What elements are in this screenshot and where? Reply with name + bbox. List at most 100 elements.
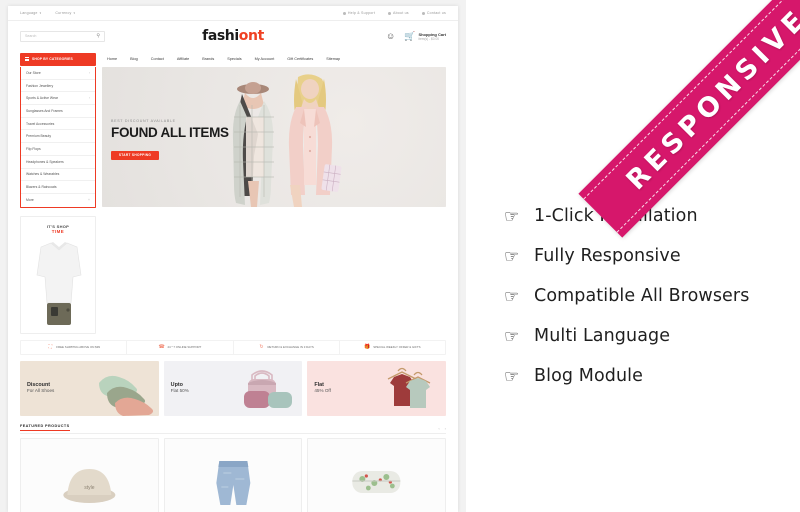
currency-selector[interactable]: Currency ▾ (55, 11, 75, 15)
screenshot-root: Language ▾ Currency ▾ Help & Support Abo… (0, 0, 800, 512)
pointing-hand-icon: ☞ (504, 286, 520, 306)
topbar-right-group: Help & Support About us Contact us (342, 11, 446, 15)
nav-item-contact[interactable]: Contact (151, 57, 164, 61)
category-item[interactable]: Fashion Jewellery (21, 80, 95, 93)
category-label: Sunglasses And Frames (26, 108, 63, 113)
language-label: Language (20, 11, 38, 15)
category-item[interactable]: More + (21, 194, 95, 207)
category-label: Our Store (26, 70, 41, 75)
side-banner-text: IT'S SHOP TIME (21, 224, 95, 235)
hamburger-icon (25, 57, 29, 61)
category-item[interactable]: Watches & Wearables (21, 169, 95, 182)
service-item: ↻ RETURN & EXCHANGE IN 3 DAYS (234, 340, 340, 354)
category-label: Headphones & Speakers (26, 159, 64, 164)
language-selector[interactable]: Language ▾ (20, 11, 41, 15)
nav-item-affiliate[interactable]: Affiliate (177, 57, 189, 61)
pointing-hand-icon: ☞ (504, 206, 520, 226)
category-item[interactable]: Headphones & Speakers (21, 156, 95, 169)
help-support-link[interactable]: Help & Support (342, 11, 376, 15)
category-item[interactable]: Sports & Active Wear › (21, 92, 95, 106)
site-logo[interactable]: fashiont (8, 28, 458, 44)
truck-icon: ⛶ (48, 344, 53, 351)
shop-by-categories-label: SHOP BY CATEGORIES (32, 57, 73, 61)
marketing-panel: ☞ 1-Click Installation ☞ Fully Responsiv… (466, 0, 800, 512)
nav-item-my-account[interactable]: My Account (255, 57, 275, 61)
about-us-link[interactable]: About us (388, 11, 409, 15)
service-label: FREE SHIPPING ABOVE ON $99 (56, 345, 100, 350)
nav-item-brands[interactable]: Brands (202, 57, 214, 61)
side-banner-line2: TIME (51, 229, 65, 235)
page-content: Our Store › Fashion Jewellery Sports & Ac… (8, 67, 458, 334)
hero-text: BEST DISCOUNT AVAILABLE FOUND ALL ITEMS … (111, 119, 229, 160)
product-card[interactable]: Dapibus Tortor $56.00 $70.00 -20% (163, 437, 303, 512)
product-image (308, 438, 446, 512)
product-card[interactable]: style Consequat Nibh $48.00 $60.00 -20% (20, 437, 159, 512)
category-label: Flip Flops (26, 146, 41, 151)
product-card[interactable]: Elementum Urna $65.00 $81.00 -20% (307, 437, 447, 512)
feature-item: ☞ 1-Click Installation (504, 196, 800, 236)
phone-icon (421, 11, 425, 15)
feature-item: ☞ Fully Responsive (504, 236, 800, 276)
nav-item-sitemap[interactable]: Sitemap (326, 57, 340, 61)
featured-products-header: FEATURED PRODUCTS ‹ › (20, 424, 446, 433)
product-image: style (21, 438, 158, 512)
topbar-left-group: Language ▾ Currency ▾ (20, 11, 75, 15)
nav-item-specials[interactable]: Specials (227, 57, 241, 61)
feature-label: Multi Language (534, 326, 671, 346)
start-shopping-button[interactable]: START SHOPPING (111, 150, 159, 160)
category-item[interactable]: Travel Accessories (21, 118, 95, 131)
shop-by-categories-button[interactable]: SHOP BY CATEGORIES (20, 52, 96, 66)
category-item[interactable]: Our Store › (21, 67, 95, 80)
service-item: 🎁 SPECIAL WEEKLY OFFER & GIFTS (340, 341, 445, 354)
about-us-label: About us (393, 11, 409, 15)
category-item[interactable]: Premium Beauty (21, 130, 95, 144)
category-item[interactable]: Blazers & Raincoats (21, 181, 95, 194)
featured-products-title: FEATURED PRODUCTS (20, 424, 70, 431)
feature-label: Fully Responsive (534, 246, 681, 266)
product-image-cap: style (63, 468, 116, 503)
category-item[interactable]: Flip Flops (21, 143, 95, 156)
nav-links: Home Blog Contact Affiliate Brands Speci… (107, 57, 340, 61)
category-list: Our Store › Fashion Jewellery Sports & Ac… (20, 67, 96, 208)
carousel-arrows: ‹ › (438, 426, 446, 431)
category-label: Premium Beauty (26, 134, 52, 139)
category-item[interactable]: Sunglasses And Frames (21, 105, 95, 118)
logo-text-dark: fashi (202, 28, 239, 44)
chevron-right-icon: › (88, 96, 90, 101)
category-label: Sports & Active Wear (26, 96, 58, 101)
nav-item-gift-certificates[interactable]: Gift Certificates (287, 57, 313, 61)
service-label: 24 * 7 ONLINE SUPPORT (167, 345, 202, 350)
nav-item-blog[interactable]: Blog (130, 57, 138, 61)
category-label: Blazers & Raincoats (26, 185, 57, 190)
help-icon (342, 11, 346, 15)
website-page: Language ▾ Currency ▾ Help & Support Abo… (8, 6, 458, 512)
hero-banner[interactable]: BEST DISCOUNT AVAILABLE FOUND ALL ITEMS … (102, 67, 446, 207)
promo-banners: Discount For All Shoes Upto Flat 50% Fla… (20, 360, 447, 416)
hero-model-right (288, 74, 342, 207)
contact-us-link[interactable]: Contact us (421, 11, 446, 15)
promo-banner-bags[interactable]: Upto Flat 50% (163, 360, 303, 416)
chevron-down-icon: ▾ (39, 10, 42, 15)
hero-kicker: BEST DISCOUNT AVAILABLE (111, 119, 176, 123)
service-label: RETURN & EXCHANGE IN 3 DAYS (267, 345, 314, 350)
service-item: ☎ 24 * 7 ONLINE SUPPORT (127, 340, 234, 354)
category-label: Watches & Wearables (26, 172, 60, 177)
product-grid: style Consequat Nibh $48.00 $60.00 -20% (20, 437, 447, 512)
promo-image-bags (244, 369, 293, 408)
category-label: More (26, 198, 34, 203)
help-support-label: Help & Support (347, 11, 376, 15)
feature-item: ☞ Multi Language (504, 316, 800, 356)
info-icon (388, 11, 392, 15)
side-promo-banner[interactable]: IT'S SHOP TIME (20, 215, 96, 334)
promo-banner-shoes[interactable]: Discount For All Shoes (20, 360, 159, 416)
product-image-shorts (216, 460, 251, 505)
chevron-right-icon[interactable]: › (445, 426, 446, 431)
chevron-left-icon[interactable]: ‹ (438, 426, 439, 431)
feature-label: Blog Module (534, 366, 643, 386)
currency-label: Currency (55, 11, 72, 15)
nav-item-home[interactable]: Home (107, 57, 117, 61)
promo-banner-tops[interactable]: Flat 45% Off (307, 360, 447, 416)
svg-text:style: style (84, 485, 95, 491)
promo-image-shoes (98, 375, 153, 416)
pointing-hand-icon: ☞ (504, 246, 520, 266)
